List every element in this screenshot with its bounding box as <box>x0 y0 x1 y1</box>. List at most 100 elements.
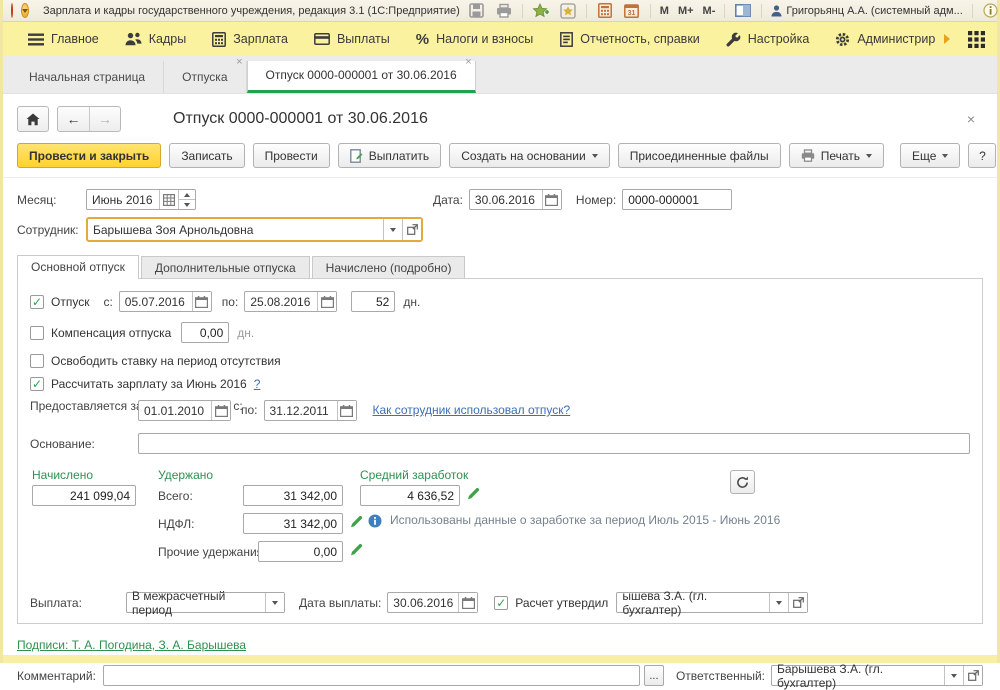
post-button[interactable]: Провести <box>253 143 330 168</box>
open-link-icon[interactable] <box>402 219 421 240</box>
calculator-icon[interactable] <box>596 2 614 20</box>
calendar-picker-icon[interactable] <box>542 190 561 209</box>
split-window-icon[interactable] <box>734 2 752 20</box>
other-withholdings-field[interactable]: 0,00 <box>258 541 343 562</box>
approved-checkbox[interactable]: ✓ <box>494 596 508 610</box>
refresh-button[interactable] <box>730 470 755 494</box>
comment-field[interactable] <box>103 665 640 686</box>
basis-field[interactable] <box>138 433 970 454</box>
edit-pencil-icon[interactable] <box>350 515 363 528</box>
calendar-picker-icon[interactable] <box>317 292 336 311</box>
menu-item-vyplaty[interactable]: Выплаты <box>303 22 401 56</box>
calendar-picker-icon[interactable] <box>458 593 477 612</box>
chevron-down-icon[interactable] <box>769 593 788 612</box>
payment-method-select[interactable]: В межрасчетный период <box>126 592 285 613</box>
favorites-add-icon[interactable] <box>532 2 550 20</box>
menu-item-nalogi[interactable]: % Налоги и взносы <box>405 22 545 56</box>
menu-item-administrirovanie[interactable]: Администрир <box>824 22 961 56</box>
post-and-close-button[interactable]: Провести и закрыть <box>17 143 161 168</box>
month-picker-icon[interactable] <box>159 190 178 209</box>
wrench-icon <box>726 32 741 47</box>
work-period-from-field[interactable]: 01.01.2010 <box>138 400 231 421</box>
main-menu: Главное Кадры Зарплата Выплаты % Налоги … <box>3 22 997 56</box>
calendar-picker-icon[interactable] <box>211 401 230 420</box>
vacation-days-field[interactable]: 52 <box>351 291 395 312</box>
signatures-link[interactable]: Подписи: Т. А. Погодина, З. А. Барышева <box>17 638 246 652</box>
chevron-down-icon[interactable] <box>265 593 284 612</box>
close-form-icon[interactable]: × <box>967 111 975 127</box>
chevron-down-icon[interactable] <box>383 219 402 240</box>
back-button[interactable]: ← <box>58 107 89 131</box>
menu-item-nastroika[interactable]: Настройка <box>715 22 821 56</box>
close-icon[interactable]: × <box>465 57 471 67</box>
attached-files-button[interactable]: Присоединенные файлы <box>618 143 781 168</box>
approver-field[interactable]: ышева З.А. (гл. бухгалтер) <box>616 592 808 613</box>
comment-more-button[interactable]: ... <box>644 665 664 686</box>
pay-button[interactable]: Выплатить <box>338 143 442 168</box>
work-period-to-field[interactable]: 31.12.2011 <box>264 400 357 421</box>
home-button[interactable] <box>17 106 49 132</box>
compensation-checkbox[interactable] <box>30 326 44 340</box>
save-button[interactable]: Записать <box>169 143 244 168</box>
payment-date-label: Дата выплаты: <box>299 596 381 610</box>
ndfl-field[interactable]: 31 342,00 <box>243 513 343 534</box>
edit-pencil-icon[interactable] <box>467 487 480 500</box>
print-button[interactable]: Печать <box>789 143 884 168</box>
chevron-down-icon[interactable] <box>944 666 963 685</box>
info-icon[interactable] <box>982 2 1000 20</box>
open-link-icon[interactable] <box>963 666 982 685</box>
withheld-total-field[interactable]: 31 342,00 <box>243 485 343 506</box>
open-link-icon[interactable] <box>788 593 807 612</box>
vacation-to-field[interactable]: 25.08.2016 <box>244 291 337 312</box>
vacation-label: Отпуск <box>51 295 89 309</box>
people-icon <box>125 32 142 46</box>
average-earnings-field[interactable]: 4 636,52 <box>360 485 460 506</box>
number-field[interactable]: 0000-000001 <box>622 189 732 210</box>
current-user[interactable]: Григорьянц А.А. (системный адм... <box>771 5 962 17</box>
calendar-picker-icon[interactable] <box>337 401 356 420</box>
calendar-icon[interactable]: 31 <box>623 2 641 20</box>
vacation-from-field[interactable]: 05.07.2016 <box>119 291 212 312</box>
forward-button[interactable]: → <box>89 107 120 131</box>
close-icon[interactable]: × <box>236 57 242 67</box>
create-from-button[interactable]: Создать на основании <box>449 143 610 168</box>
save-icon[interactable] <box>468 2 486 20</box>
tab-additional-vacations[interactable]: Дополнительные отпуска <box>141 256 310 279</box>
date-field[interactable]: 30.06.2016 <box>469 189 562 210</box>
tab-vacation-document[interactable]: Отпуск 0000-000001 от 30.06.2016 × <box>247 61 476 93</box>
employee-field[interactable]: Барышева Зоя Арнольдовна <box>88 219 421 240</box>
calc-salary-help-link[interactable]: ? <box>254 377 261 391</box>
month-spinner[interactable] <box>178 190 195 209</box>
calc-salary-checkbox[interactable]: ✓ <box>30 377 44 391</box>
compensation-days-field[interactable]: 0,00 <box>181 322 229 343</box>
accrued-field[interactable]: 241 099,04 <box>32 485 136 506</box>
window-menu-button[interactable] <box>21 3 29 18</box>
calendar-picker-icon[interactable] <box>192 292 211 311</box>
print-icon[interactable] <box>495 2 513 20</box>
menu-item-otchetnost[interactable]: Отчетность, справки <box>548 22 711 56</box>
edit-pencil-icon[interactable] <box>350 543 363 556</box>
tab-vacations-list[interactable]: Отпуска × <box>164 61 246 93</box>
help-button[interactable]: ? <box>968 143 996 168</box>
menu-item-zarplata[interactable]: Зарплата <box>201 22 299 56</box>
free-rate-checkbox[interactable] <box>30 354 44 368</box>
vacation-usage-link[interactable]: Как сотрудник использовал отпуск? <box>373 403 571 417</box>
tab-accrued-detail[interactable]: Начислено (подробно) <box>312 256 466 279</box>
m-plus-button[interactable]: M+ <box>678 5 694 17</box>
tab-home-page[interactable]: Начальная страница <box>11 61 164 93</box>
all-functions-icon[interactable] <box>965 28 987 50</box>
m-minus-button[interactable]: M- <box>703 5 716 17</box>
more-button[interactable]: Еще <box>900 143 960 168</box>
m-button[interactable]: M <box>660 5 669 17</box>
tab-main-vacation[interactable]: Основной отпуск <box>17 255 139 279</box>
open-windows-tabbar: Начальная страница Отпуска × Отпуск 0000… <box>3 56 997 94</box>
vacation-checkbox[interactable]: ✓ <box>30 295 44 309</box>
app-icon[interactable] <box>11 3 13 18</box>
favorites-icon[interactable] <box>559 2 577 20</box>
menu-item-glavnoe[interactable]: Главное <box>17 22 110 56</box>
month-field[interactable]: Июнь 2016 <box>86 189 196 210</box>
payment-date-field[interactable]: 30.06.2016 <box>387 592 478 613</box>
menu-item-kadry[interactable]: Кадры <box>114 22 197 56</box>
responsible-field[interactable]: Барышева З.А. (гл. бухгалтер) <box>771 665 983 686</box>
menu-overflow-icon[interactable] <box>944 34 950 44</box>
